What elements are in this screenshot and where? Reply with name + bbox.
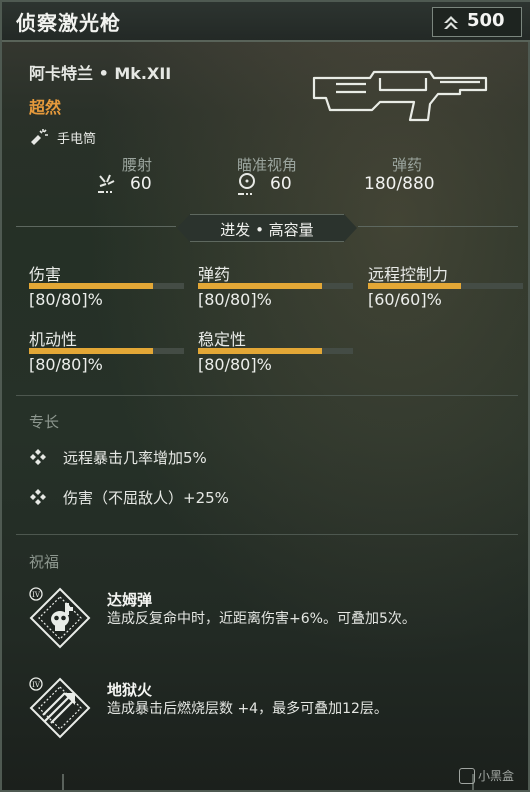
attribute-bar-fill [368, 283, 461, 289]
stat-label: 弹药 [391, 156, 422, 174]
attribute-stability: 稳定性 [80/80]% [198, 326, 353, 386]
attribute-value: [80/80]% [29, 290, 103, 309]
attribute-value: [60/60]% [368, 290, 442, 309]
section-divider [16, 534, 518, 535]
power-value: 500 [467, 10, 505, 31]
section-divider [16, 395, 518, 396]
blessing-name: 地狱火 [107, 681, 153, 699]
chain-ornament [62, 774, 64, 790]
attribute-value: [80/80]% [198, 290, 272, 309]
blessing-description: 造成反复命中时，近距离伤害+6%。可叠加5次。 [107, 611, 416, 627]
fire-mode-label: 进发 • 高容量 [220, 221, 314, 239]
lasgun-icon [312, 70, 488, 122]
fire-mode-divider [16, 226, 176, 227]
skull-blessing-icon: IV [29, 587, 91, 649]
stat-aim: 瞄准视角 60 [192, 154, 342, 199]
blessings-section-label: 祝福 [29, 553, 60, 571]
attribute-label: 弹药 [198, 265, 231, 284]
attribute-label: 机动性 [29, 330, 78, 349]
fire-mode-banner: 进发 • 高容量 [177, 214, 357, 242]
perk-text: 伤害（不屈敌人）+25% [63, 489, 229, 507]
attribute-damage: 伤害 [80/80]% [29, 261, 184, 321]
attribute-bar [29, 348, 184, 354]
attachment-label: 手电筒 [57, 132, 97, 147]
blessing-tier: IV [32, 681, 41, 689]
aim-icon [238, 173, 255, 195]
attribute-bar [198, 348, 353, 354]
stat-value: 180/880 [364, 174, 435, 194]
stat-value: 60 [130, 174, 152, 194]
diamond-bullet-icon [30, 449, 46, 465]
stat-label: 瞄准视角 [236, 156, 297, 174]
hipfire-icon [98, 174, 115, 193]
weapon-card: 侦察激光枪 500 阿卡特兰 • Mk.XII 超然 手电筒 腰射 60 瞄准视… [0, 0, 530, 792]
stat-label: 腰射 [121, 156, 152, 174]
perk-text: 远程暴击几率增加5% [63, 449, 207, 467]
blessing-tier: IV [32, 591, 41, 599]
attribute-value: [80/80]% [29, 355, 103, 374]
weapon-title: 侦察激光枪 [16, 11, 121, 35]
power-rating: 500 [432, 7, 522, 37]
attribute-label: 稳定性 [198, 330, 247, 349]
card-header: 侦察激光枪 500 [2, 2, 530, 42]
attribute-label: 伤害 [29, 265, 62, 284]
watermark: 小黑盒 [458, 767, 514, 784]
power-chevron-icon [444, 16, 458, 29]
stat-hipfire: 腰射 60 [62, 154, 212, 199]
stat-ammo: 弹药 180/880 [332, 154, 482, 199]
attribute-bar [29, 283, 184, 289]
weapon-manufacturer: 阿卡特兰 • Mk.XII [29, 64, 172, 83]
attribute-bar-fill [29, 348, 153, 354]
weapon-rarity: 超然 [29, 98, 62, 117]
attribute-label: 远程控制力 [368, 265, 449, 284]
flashlight-icon [31, 129, 48, 145]
fire-mode-divider [358, 226, 518, 227]
attribute-bar-fill [198, 348, 322, 354]
attribute-ammo: 弹药 [80/80]% [198, 261, 353, 321]
attribute-bar [198, 283, 353, 289]
stat-value: 60 [270, 174, 292, 194]
arrow-blessing-icon: IV [29, 677, 91, 739]
blessing-description: 造成暴击后燃烧层数 +4，最多可叠加12层。 [107, 701, 388, 717]
watermark-text: 小黑盒 [477, 768, 514, 783]
attribute-value: [80/80]% [198, 355, 272, 374]
diamond-bullet-icon [30, 489, 46, 505]
blessing-name: 达姆弹 [107, 591, 153, 609]
attribute-mobility: 机动性 [80/80]% [29, 326, 184, 386]
attribute-ranged-stagger: 远程控制力 [60/60]% [368, 261, 523, 321]
attribute-bar-fill [29, 283, 153, 289]
attribute-bar-fill [198, 283, 322, 289]
perks-section-label: 专长 [29, 413, 60, 431]
watermark-logo-icon [458, 768, 475, 784]
attribute-bar [368, 283, 523, 289]
